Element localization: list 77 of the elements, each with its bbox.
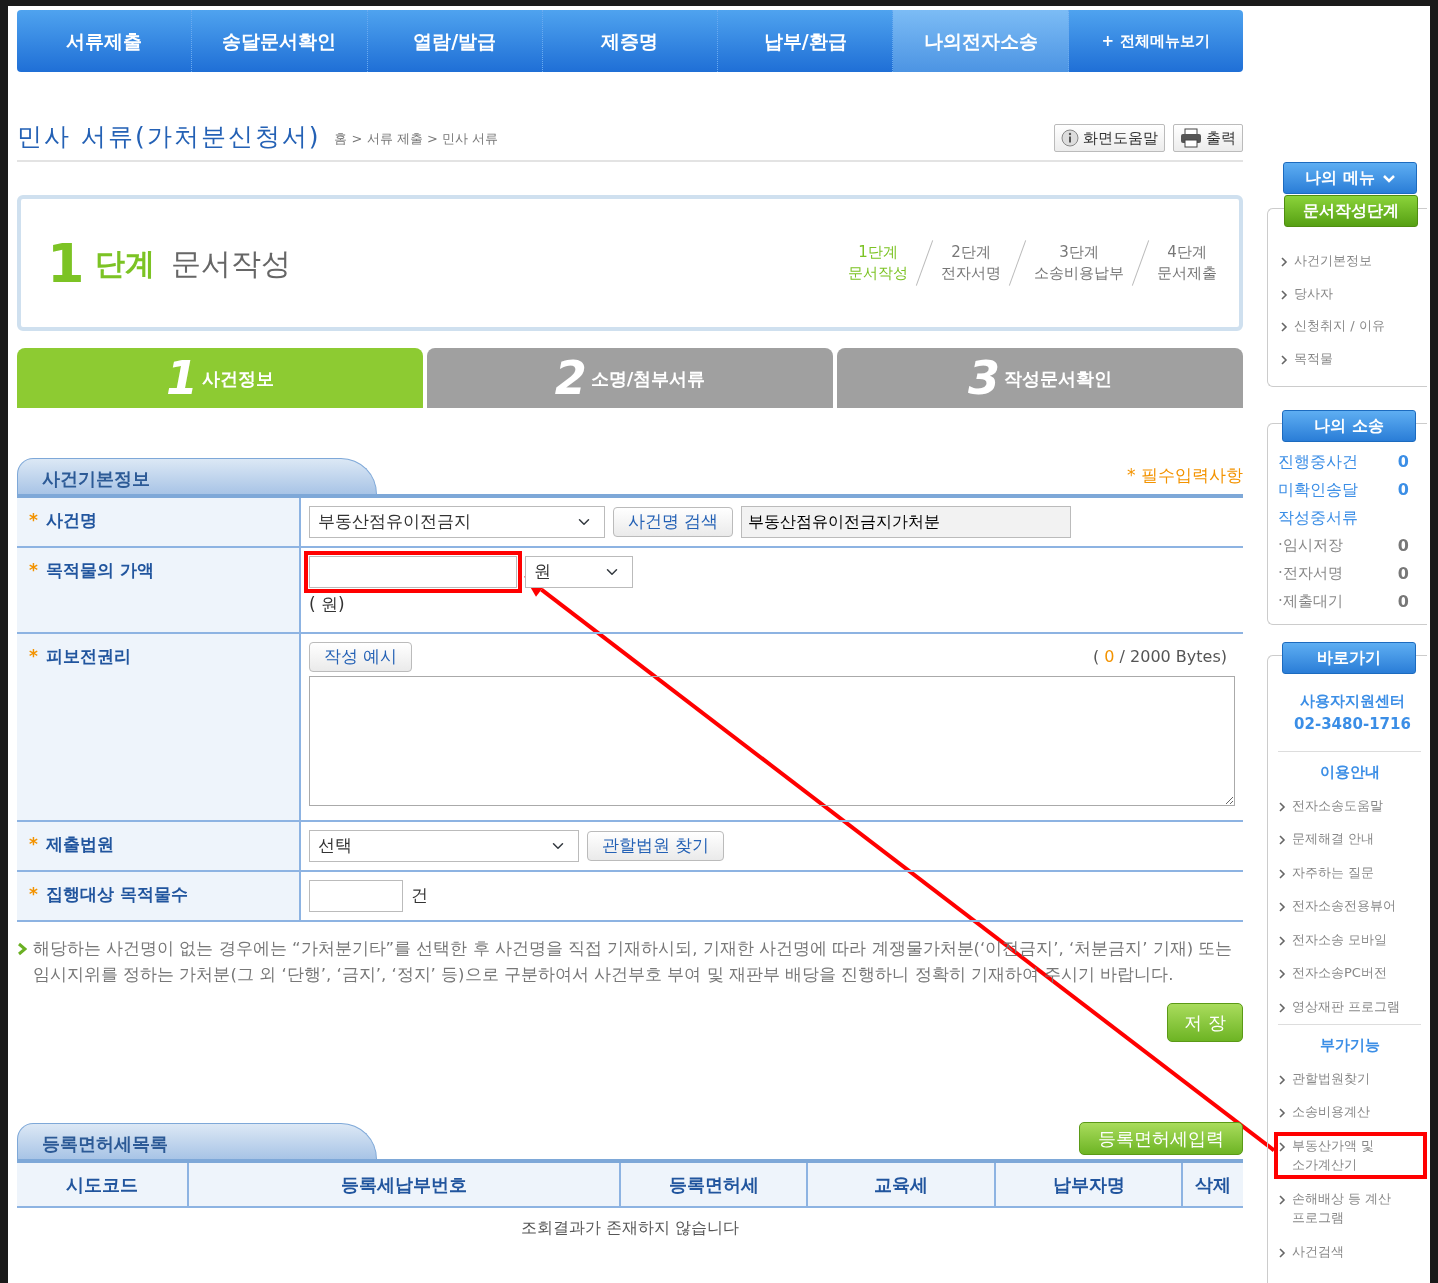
column-header: 등록세납부번호 (188, 1163, 620, 1208)
example-button[interactable]: 작성 예시 (309, 642, 413, 672)
progress-step: 4단계 문서제출 (1151, 242, 1223, 284)
toolbar-button[interactable]: 출력 (1173, 123, 1243, 152)
case-name-select[interactable]: 부동산점유이전금지 (309, 506, 605, 538)
case-count: 0 (1397, 591, 1409, 613)
column-header: 교육세 (807, 1163, 995, 1208)
unit-hint: ( 원) (309, 593, 346, 616)
section-header: 등록면허세목록 (17, 1123, 377, 1160)
column-header: 납부자명 (994, 1163, 1183, 1208)
progress-step: 3단계 소송비용납부 (1028, 242, 1130, 284)
breadcrumb: 홈 > 서류 제출 > 민사 서류 (334, 129, 499, 148)
group-heading: 이용안내 (1278, 751, 1421, 796)
field-label: * 집행대상 목적물수 (17, 871, 300, 921)
court-select[interactable]: 선택 (309, 830, 579, 862)
field-label: * 피보전권리 (17, 633, 300, 821)
case-link[interactable]: ·전자서명 (1278, 562, 1343, 586)
sidebar-link[interactable]: 손해배상 등 계산 프로그램 (1274, 1184, 1427, 1232)
sidebar-link[interactable]: 소송비용계산 (1274, 1098, 1427, 1126)
tax-input-button[interactable]: 등록면허세입력 (1079, 1122, 1243, 1156)
case-link[interactable]: 진행중사건 (1278, 450, 1358, 474)
page-title: 민사 서류(가처분신청서) (17, 122, 321, 152)
case-count: 0 (1397, 479, 1409, 501)
toolbar-button[interactable]: 화면도움말 (1054, 123, 1165, 152)
case-search-button[interactable]: 사건명 검색 (613, 507, 734, 537)
required-note: * 필수입력사항 (1127, 463, 1243, 487)
phone-number: 02-3480-1716 (1293, 713, 1412, 735)
case-link[interactable]: 미확인송달 (1278, 478, 1358, 502)
sidebar-link[interactable]: 영상재판 프로그램 (1274, 992, 1427, 1020)
empty-message: 조회결과가 존재하지 않습니다 (17, 1207, 1243, 1249)
group-heading: 부가기능 (1278, 1024, 1421, 1069)
nav-tab[interactable]: 송달문서확인 (192, 10, 368, 72)
nav-tab[interactable]: 나의전자소송 (893, 10, 1069, 72)
case-count: 0 (1397, 535, 1409, 557)
column-header: 삭제 (1182, 1163, 1243, 1208)
nav-tab[interactable]: 제증명 (542, 10, 719, 72)
column-header: 등록면허세 (619, 1163, 808, 1208)
case-name-field[interactable]: 부동산점유이전금지가처분 (741, 506, 1072, 538)
support-center-label: 사용자지원센터 (1299, 691, 1406, 712)
sidebar-link[interactable]: 전자소송 모바일 (1274, 925, 1427, 953)
unit-label: 건 (411, 884, 428, 908)
sidebar-link[interactable]: 전자소송전용뷰어 (1274, 892, 1427, 920)
panel-header: 나의 소송 (1282, 410, 1416, 442)
stage-unit: 단계 (94, 244, 155, 283)
court-search-button[interactable]: 관할법원 찾기 (587, 831, 725, 861)
sidebar-link[interactable]: 문제해결 안내 (1274, 825, 1427, 853)
case-count: 0 (1397, 451, 1409, 473)
field-label: * 사건명 (17, 498, 300, 547)
stage-number: 1 (47, 230, 85, 297)
sidebar-link[interactable]: 전자소송PC버전 (1274, 959, 1427, 987)
case-link[interactable]: ·제출대기 (1278, 590, 1343, 614)
sidebar-link[interactable]: 사건기본정보 (1280, 251, 1427, 271)
sidebar-link[interactable]: 당사자 (1280, 283, 1427, 303)
sidebar-link[interactable]: 신청취지 / 이유 (1280, 316, 1427, 336)
sidebar-link[interactable]: 목적물 (1280, 348, 1427, 368)
case-count: 0 (1397, 563, 1409, 585)
sidebar-link[interactable]: 자주하는 질문 (1274, 858, 1427, 886)
panel-header: 바로가기 (1282, 642, 1416, 674)
case-link[interactable]: 작성중서류 (1278, 506, 1358, 530)
sidebar-link[interactable]: 사건검색 (1274, 1237, 1427, 1265)
case-link[interactable]: ·임시저장 (1278, 534, 1343, 558)
my-menu-button[interactable]: 나의 메뉴 (1283, 162, 1417, 194)
sidebar-link[interactable]: 부동산가액 및 소가계산기 (1274, 1131, 1427, 1179)
field-label: * 목적물의 가액 (17, 547, 300, 633)
column-header: 시도코드 (17, 1163, 189, 1208)
section-header: 사건기본정보 (17, 458, 377, 494)
field-label: * 제출법원 (17, 821, 300, 871)
progress-step: 1단계 문서작성 (842, 242, 914, 284)
nav-tab[interactable]: 서류제출 (17, 10, 193, 72)
panel-header: 문서작성단계 (1284, 195, 1418, 227)
currency-select[interactable]: 원 (525, 556, 633, 588)
all-menu-link[interactable]: + 전체메뉴보기 (1068, 10, 1243, 72)
progress-step: 2단계 전자서명 (935, 242, 1007, 284)
save-button[interactable]: 저 장 (1167, 1003, 1243, 1043)
byte-counter: ( 0 / 2000 Bytes) (1092, 645, 1227, 668)
stage-name: 문서작성 (170, 244, 291, 283)
nav-tab[interactable]: 열람/발급 (367, 10, 543, 72)
